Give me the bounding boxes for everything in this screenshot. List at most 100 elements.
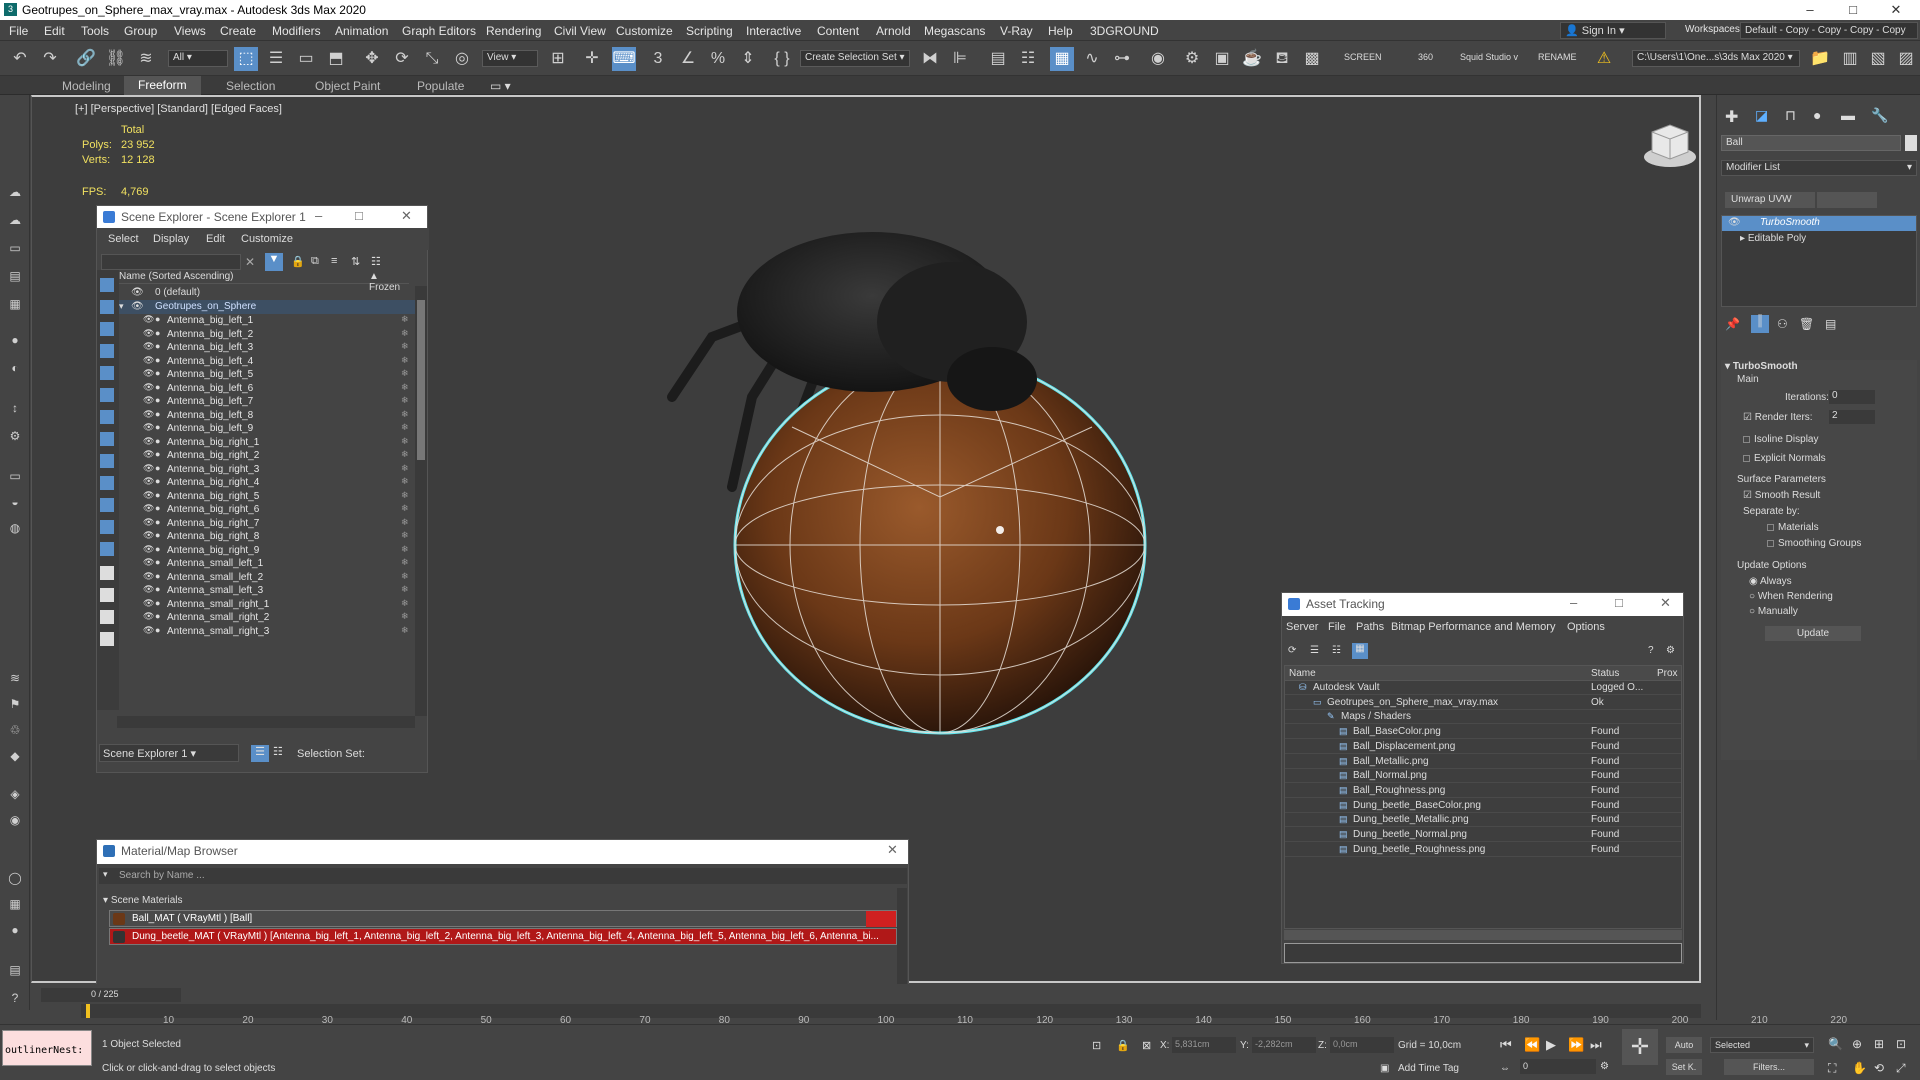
left-tool-2-icon[interactable]: ☁ — [6, 213, 24, 231]
freeze-icon[interactable]: ❄ — [401, 355, 409, 366]
menu-modifiers[interactable]: Modifiers — [272, 24, 321, 38]
rename-label[interactable]: RENAME — [1538, 52, 1577, 62]
left-tool-16-icon[interactable]: ◆ — [6, 749, 24, 767]
time-tag-icon[interactable]: ▣ — [1380, 1063, 1389, 1074]
make-unique-icon[interactable]: ⚇ — [1777, 317, 1788, 331]
display-shapes-icon[interactable] — [100, 300, 114, 314]
maximize-button[interactable]: □ — [1833, 1, 1873, 19]
mb-close-button[interactable]: ✕ — [887, 842, 898, 858]
display-groups-icon[interactable] — [100, 410, 114, 424]
asset-row[interactable]: ⛁ Autodesk Vault Logged O... — [1285, 681, 1681, 695]
col-name-header[interactable]: Name (Sorted Ascending) — [119, 271, 234, 282]
display-invert-icon[interactable] — [100, 588, 114, 602]
at-table-icon[interactable]: ▦ — [1352, 643, 1368, 659]
display-filter-icon[interactable] — [100, 610, 114, 624]
at-list-icon[interactable]: ☰ — [1310, 645, 1319, 656]
tree-row[interactable]: 👁 ● Antenna_big_right_2 ❄ — [119, 449, 415, 462]
eye-icon[interactable]: 👁 — [143, 436, 154, 447]
orbit-icon[interactable]: ⟲ — [1874, 1061, 1884, 1075]
mb-titlebar[interactable]: Material/Map Browser ✕ — [97, 840, 908, 864]
key-mode-icon[interactable]: ⇔ — [1500, 1063, 1510, 1074]
tree-row[interactable]: 👁 ● Antenna_big_right_4 ❄ — [119, 476, 415, 489]
configure-sets-icon[interactable]: ▤ — [1825, 317, 1836, 331]
explicit-normals-checkbox[interactable]: Explicit Normals — [1743, 453, 1826, 464]
layer-explorer-icon[interactable]: ☷ — [1016, 47, 1040, 71]
eye-icon[interactable]: 👁 — [143, 341, 154, 352]
display-tab-icon[interactable]: ▬ — [1841, 107, 1855, 123]
freeze-icon[interactable]: ❄ — [401, 422, 409, 433]
tree-row[interactable]: 👁 ● Antenna_small_left_1 ❄ — [119, 557, 415, 570]
freeze-icon[interactable]: ❄ — [401, 328, 409, 339]
rollout-title[interactable]: ▾ TurboSmooth — [1725, 361, 1798, 372]
mirror-icon[interactable]: ⧓ — [918, 47, 942, 71]
search-dropdown-icon[interactable]: ▾ — [103, 869, 108, 880]
freeze-icon[interactable]: ❄ — [401, 395, 409, 406]
tree-row[interactable]: 👁 ● Antenna_big_left_6 ❄ — [119, 382, 415, 395]
select-by-name-icon[interactable]: ☰ — [264, 47, 288, 71]
eye-icon[interactable]: 👁 — [143, 557, 154, 568]
display-xrefs-icon[interactable] — [100, 432, 114, 446]
tab-selection[interactable]: Selection — [226, 79, 275, 93]
menu-3dground[interactable]: 3DGROUND — [1090, 24, 1159, 38]
tab-freeform[interactable]: Freeform — [124, 76, 201, 95]
freeze-icon[interactable]: ❄ — [401, 598, 409, 609]
asset-row[interactable]: ▤ Ball_Displacement.png Found — [1285, 740, 1681, 754]
materials-checkbox[interactable]: Materials — [1767, 522, 1819, 533]
when-rendering-radio[interactable]: ○ When Rendering — [1749, 591, 1833, 602]
hierarchy-mode-icon[interactable]: ☷ — [273, 745, 283, 758]
material-editor-icon[interactable]: ◉ — [1146, 47, 1170, 71]
display-containers-icon[interactable] — [100, 476, 114, 490]
display-geometry-icon[interactable] — [100, 278, 114, 292]
left-tool-6-icon[interactable]: ● — [6, 333, 24, 351]
sort-icon[interactable]: ⇅ — [351, 255, 360, 268]
eye-icon[interactable]: 👁 — [143, 611, 154, 622]
absolute-mode-icon[interactable]: ⊠ — [1142, 1039, 1151, 1052]
asset-row[interactable]: ▤ Ball_BaseColor.png Found — [1285, 725, 1681, 740]
at-menu-server[interactable]: Server — [1286, 621, 1318, 633]
pivot-center-icon[interactable]: ⊞ — [546, 47, 570, 71]
freeze-icon[interactable]: ❄ — [401, 409, 409, 420]
project-folder-icon[interactable]: 📁 — [1808, 47, 1832, 71]
eye-icon[interactable]: 👁 — [143, 395, 154, 406]
menu-help[interactable]: Help — [1048, 24, 1073, 38]
display-cameras-icon[interactable] — [100, 344, 114, 358]
key-filter-dropdown[interactable]: Selected ▾ — [1710, 1037, 1814, 1053]
layers-mode-icon[interactable]: ☰ — [251, 745, 269, 762]
y-coordinate-field[interactable]: -2,282cm — [1252, 1037, 1316, 1053]
se-maximize-button[interactable]: □ — [355, 208, 363, 223]
left-tool-11-icon[interactable]: ◒ — [6, 495, 24, 513]
left-tool-13-icon[interactable]: ≋ — [6, 671, 24, 689]
tree-row[interactable]: 👁 ● Antenna_big_left_4 ❄ — [119, 355, 415, 368]
eye-icon[interactable]: 👁 — [143, 571, 154, 582]
edit-named-selection-icon[interactable]: { } — [770, 47, 794, 71]
angle-snap-icon[interactable]: ∠ — [676, 47, 700, 71]
always-radio[interactable]: ◉ Always — [1749, 576, 1792, 587]
freeze-icon[interactable]: ❄ — [401, 436, 409, 447]
at-hscroll[interactable] — [1284, 930, 1682, 940]
tree-row[interactable]: 👁 ● Antenna_big_left_1 ❄ — [119, 314, 415, 327]
menu-edit[interactable]: Edit — [44, 24, 65, 38]
hierarchy-tab-icon[interactable]: ⊓ — [1785, 107, 1796, 124]
display-all-icon[interactable] — [100, 542, 114, 556]
tree-row[interactable]: 👁 ● Antenna_small_right_3 ❄ — [119, 625, 415, 638]
tab-modeling[interactable]: Modeling — [62, 79, 111, 93]
layers-icon[interactable]: ≡ — [331, 255, 337, 267]
create-panel-icon[interactable]: ☁ — [6, 185, 24, 203]
at-details-icon[interactable]: ☷ — [1332, 645, 1341, 656]
motion-tab-icon[interactable]: ● — [1813, 107, 1821, 123]
eye-icon[interactable]: 👁 — [143, 422, 154, 433]
eye-icon[interactable]: 👁 — [143, 517, 154, 528]
eye-icon[interactable]: 👁 — [143, 382, 154, 393]
tree-row[interactable]: 👁 ● Antenna_big_right_6 ❄ — [119, 503, 415, 516]
tree-row[interactable]: 👁 ● Antenna_big_left_5 ❄ — [119, 368, 415, 381]
eye-icon[interactable]: 👁 — [143, 328, 154, 339]
manually-radio[interactable]: ○ Manually — [1749, 606, 1798, 617]
eye-icon[interactable]: 👁 — [143, 355, 154, 366]
maximize-viewport-icon[interactable]: ⤢ — [1896, 1061, 1906, 1076]
se-scroll-thumb[interactable] — [417, 300, 425, 460]
left-tool-21-icon[interactable]: ● — [6, 923, 24, 941]
left-tool-5-icon[interactable]: ▦ — [6, 297, 24, 315]
col-name[interactable]: Name — [1289, 668, 1316, 679]
left-tool-9-icon[interactable]: ⚙ — [6, 429, 24, 447]
rect-selection-icon[interactable]: ▭ — [294, 47, 318, 71]
